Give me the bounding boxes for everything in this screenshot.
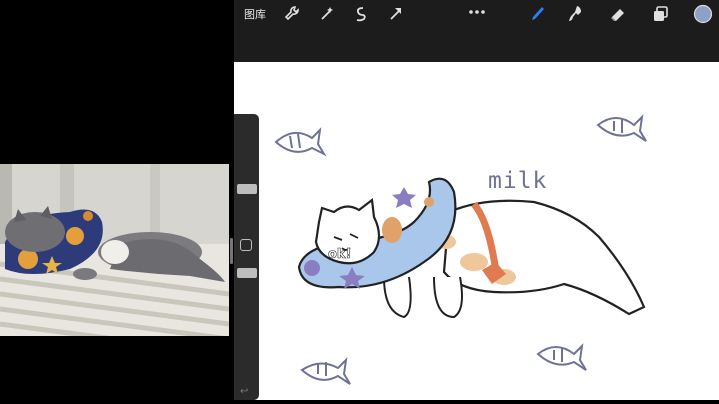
more-icon[interactable]: [467, 2, 487, 14]
modify-button[interactable]: [240, 239, 252, 251]
gallery-button[interactable]: 图库: [244, 6, 266, 22]
pillow-text: ok!: [328, 247, 352, 262]
undo-icon[interactable]: ↩: [240, 386, 248, 397]
top-toolbar: 图库: [234, 0, 719, 62]
reference-photo[interactable]: [0, 164, 229, 336]
split-view-handle[interactable]: [230, 238, 233, 264]
drawing-app: 图库 ok!: [234, 0, 719, 400]
fish-doodle: [300, 357, 351, 385]
transform-arrow-icon[interactable]: [386, 4, 406, 24]
fish-doodle: [596, 114, 647, 142]
magic-wand-icon[interactable]: [317, 4, 337, 24]
brush-icon[interactable]: [526, 4, 546, 24]
smudge-icon[interactable]: [566, 4, 586, 24]
milk-handwritten-label: milk: [488, 168, 548, 194]
eraser-icon[interactable]: [608, 4, 628, 24]
fish-doodle: [274, 127, 327, 157]
opacity-slider[interactable]: [237, 268, 257, 278]
color-swatch[interactable]: [693, 4, 713, 24]
brush-size-slider[interactable]: [237, 184, 257, 194]
drawing-canvas[interactable]: ok!: [234, 62, 719, 400]
reference-pane: [0, 0, 234, 400]
brush-sidebar: ↩: [234, 114, 259, 400]
selection-icon[interactable]: [351, 4, 371, 24]
fish-doodle: [536, 343, 587, 371]
layers-icon[interactable]: [651, 4, 671, 24]
wrench-icon[interactable]: [282, 4, 302, 24]
